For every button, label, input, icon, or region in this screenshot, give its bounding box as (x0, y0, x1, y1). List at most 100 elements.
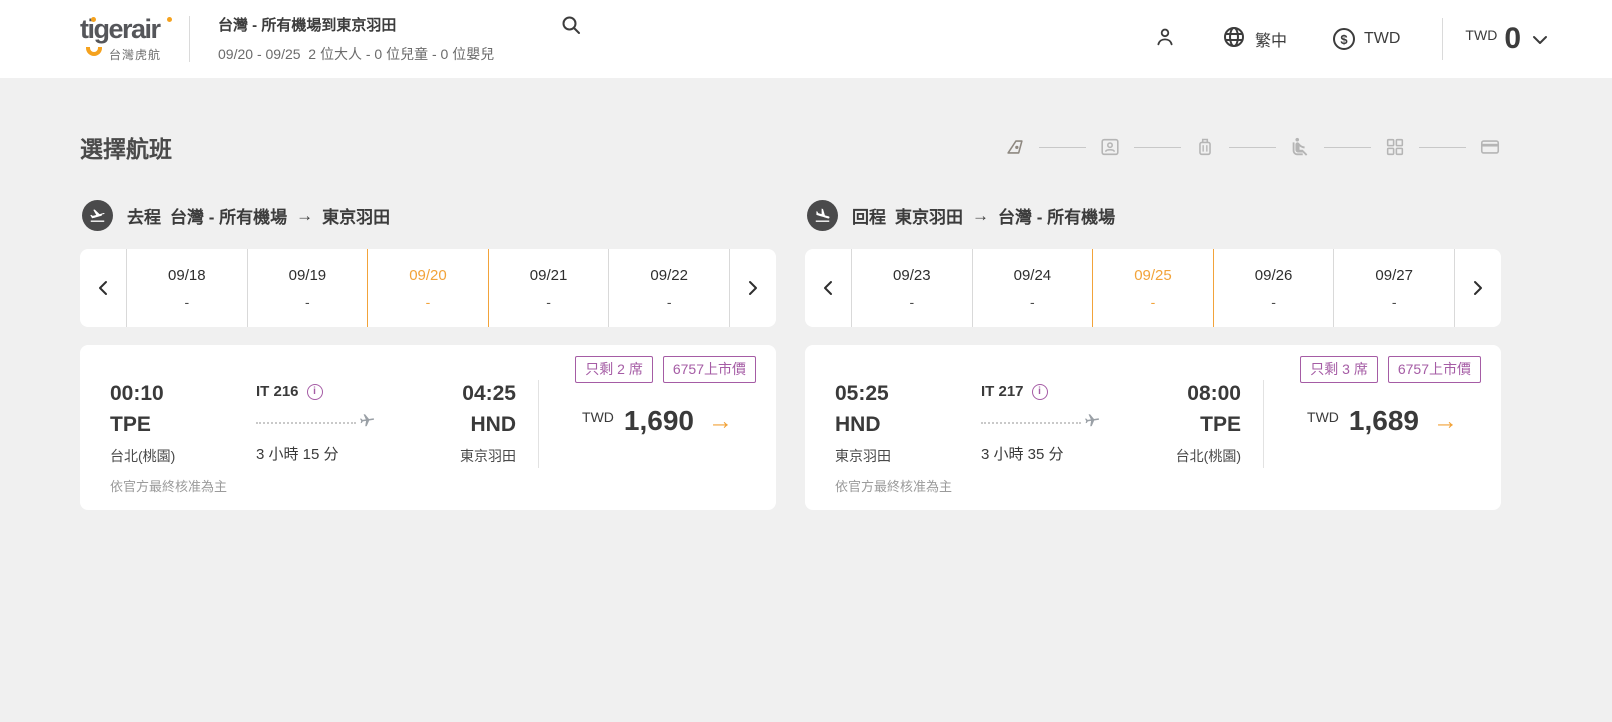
tigerair-logo-wordmark: tigerair (80, 16, 161, 43)
price-value: 1,689 (1349, 407, 1419, 435)
route-subtitle: 09/20 - 09/25 2 位大人 - 0 位兒童 - 0 位嬰兒 (218, 44, 494, 64)
top-bar: tigerair 台灣虎航 台灣 - 所有機場到東京羽田 09/20 - 09/… (0, 0, 1612, 78)
wallet-currency: TWD (1465, 27, 1497, 43)
inbound-section: 回程 東京羽田 → 台灣 - 所有機場 09/23 - 09/24 - (805, 200, 1501, 510)
step-connector (1134, 147, 1181, 148)
arrive-time: 04:25 (398, 383, 516, 404)
wallet-amount: 0 (1504, 24, 1521, 54)
wallet-balance-dropdown[interactable]: TWD 0 (1465, 24, 1548, 54)
price-select-area[interactable]: TWD 1,689 → (1264, 407, 1501, 435)
next-dates-button[interactable] (730, 249, 776, 327)
depart-time: 00:10 (110, 383, 256, 404)
plane-icon (358, 411, 376, 434)
account-button[interactable] (1154, 26, 1176, 53)
brand-subtitle: 台灣虎航 (109, 46, 161, 63)
step-connector (1419, 147, 1466, 148)
arrive-city: 台北(桃園) (1123, 446, 1241, 466)
date-tab[interactable]: 09/27 - (1333, 249, 1455, 327)
direction-label: 去程 (127, 203, 161, 228)
search-icon (560, 24, 582, 39)
depart-city: 東京羽田 (835, 446, 981, 466)
user-icon (1154, 26, 1176, 53)
main-content: 選擇航班 (80, 78, 1501, 510)
inbound-flight-card[interactable]: 只剩 3 席 6757上市價 05:25 HND 東京羽田 IT 217 i (805, 345, 1501, 510)
direction-label: 回程 (852, 203, 886, 228)
date-tab[interactable]: 09/24 - (972, 249, 1093, 327)
step-flight-plane-icon (1004, 136, 1026, 158)
depart-airport-code: TPE (110, 413, 256, 437)
chevron-down-icon (1532, 34, 1548, 49)
arrive-airport-code: TPE (1123, 413, 1241, 437)
date-tab[interactable]: 09/21 - (488, 249, 609, 327)
logo-orange-dot (167, 17, 172, 22)
select-arrow-icon: → (1433, 409, 1458, 434)
flight-duration: 3 小時 35 分 (981, 443, 1123, 464)
info-icon[interactable]: i (1032, 384, 1048, 400)
step-addons-grid-icon (1384, 136, 1406, 158)
date-tab[interactable]: 09/18 - (126, 249, 247, 327)
header-divider (1442, 18, 1443, 60)
search-summary[interactable]: 台灣 - 所有機場到東京羽田 09/20 - 09/25 2 位大人 - 0 位… (218, 14, 582, 64)
destination-label: 台灣 - 所有機場 (998, 203, 1115, 228)
outbound-date-strip: 09/18 - 09/19 - 09/20 - 09/21 - 09/22 (80, 249, 776, 327)
flight-number: IT 217 (981, 383, 1024, 400)
header-divider (189, 16, 190, 62)
arrive-time: 08:00 (1123, 383, 1241, 404)
currency-selector[interactable]: $ TWD (1333, 28, 1400, 50)
language-selector[interactable]: 繁中 (1222, 25, 1287, 54)
approval-note: 依官方最終核准為主 (835, 476, 952, 495)
step-connector (1039, 147, 1086, 148)
fare-type-badge: 6757上市價 (663, 356, 756, 383)
depart-time: 05:25 (835, 383, 981, 404)
date-tab-selected[interactable]: 09/25 - (1092, 249, 1213, 327)
currency-label: TWD (1364, 30, 1400, 48)
info-icon[interactable]: i (307, 384, 323, 400)
select-arrow-icon: → (708, 409, 733, 434)
route-title: 台灣 - 所有機場到東京羽田 (218, 14, 494, 35)
language-label: 繁中 (1255, 27, 1287, 51)
prev-dates-button[interactable] (80, 249, 126, 327)
page-title: 選擇航班 (80, 130, 172, 164)
date-tab[interactable]: 09/23 - (851, 249, 972, 327)
price-currency: TWD (582, 409, 614, 425)
flight-takeoff-icon (82, 200, 113, 231)
flight-duration: 3 小時 15 分 (256, 443, 398, 464)
step-seat-icon (1289, 136, 1311, 158)
inbound-date-strip: 09/23 - 09/24 - 09/25 - 09/26 - 09/27 (805, 249, 1501, 327)
origin-label: 台灣 - 所有機場 (170, 203, 287, 228)
price-currency: TWD (1307, 409, 1339, 425)
price-select-area[interactable]: TWD 1,690 → (539, 407, 776, 435)
step-connector (1229, 147, 1276, 148)
flight-path-dots (256, 422, 356, 424)
search-button[interactable] (560, 14, 582, 39)
arrive-airport-code: HND (398, 413, 516, 437)
seats-left-badge: 只剩 2 席 (575, 356, 653, 383)
globe-icon (1222, 25, 1246, 54)
header-nav: 繁中 $ TWD TWD 0 (1108, 18, 1548, 60)
booking-progress-steps (1004, 136, 1501, 158)
date-tab[interactable]: 09/19 - (247, 249, 368, 327)
date-tab[interactable]: 09/26 - (1213, 249, 1334, 327)
dollar-coin-icon: $ (1333, 28, 1355, 50)
step-baggage-icon (1194, 136, 1216, 158)
flight-path-dots (981, 422, 1081, 424)
plane-icon (1083, 411, 1101, 434)
tigerair-logo[interactable]: tigerair 台灣虎航 (80, 16, 161, 63)
outbound-flight-card[interactable]: 只剩 2 席 6757上市價 00:10 TPE 台北(桃園) IT 216 i (80, 345, 776, 510)
approval-note: 依官方最終核准為主 (110, 476, 227, 495)
date-tab-selected[interactable]: 09/20 - (367, 249, 488, 327)
depart-city: 台北(桃園) (110, 446, 256, 466)
price-value: 1,690 (624, 407, 694, 435)
destination-label: 東京羽田 (322, 203, 390, 228)
logo-orange-dot (91, 17, 96, 22)
fare-type-badge: 6757上市價 (1388, 356, 1481, 383)
next-dates-button[interactable] (1455, 249, 1501, 327)
arrow-right-icon: → (296, 206, 313, 226)
step-payment-card-icon (1479, 136, 1501, 158)
step-connector (1324, 147, 1371, 148)
outbound-section: 去程 台灣 - 所有機場 → 東京羽田 09/18 - 09/19 - (80, 200, 776, 510)
prev-dates-button[interactable] (805, 249, 851, 327)
date-tab[interactable]: 09/22 - (608, 249, 730, 327)
arrow-right-icon: → (972, 206, 989, 226)
depart-airport-code: HND (835, 413, 981, 437)
